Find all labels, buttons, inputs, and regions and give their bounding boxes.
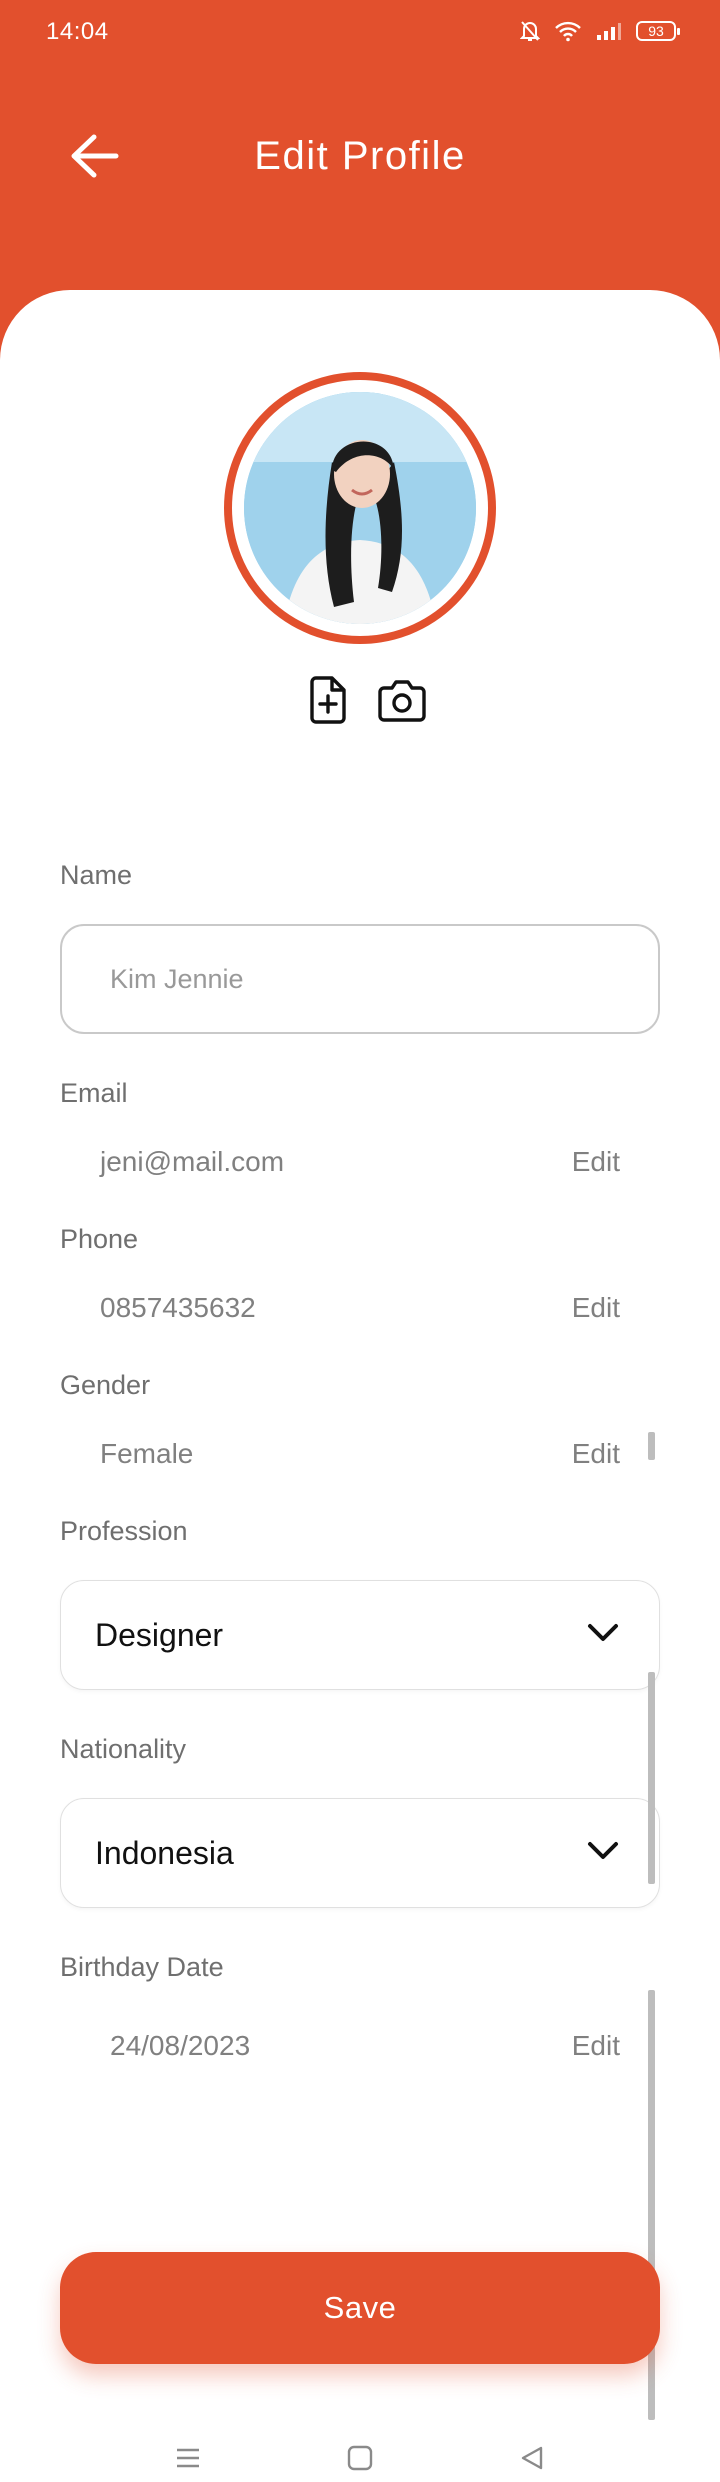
bell-off-icon xyxy=(520,20,540,42)
birthday-label: Birthday Date xyxy=(60,1952,224,1982)
chevron-down-icon xyxy=(587,1623,619,1648)
page-title: Edit Profile xyxy=(254,134,466,178)
battery-icon: 93 xyxy=(636,21,680,41)
birthday-row: 24/08/2023 Edit xyxy=(60,2016,660,2076)
nationality-label: Nationality xyxy=(60,1734,187,1764)
gender-row: Female Edit xyxy=(60,1424,660,1484)
nationality-select[interactable]: Indonesia xyxy=(60,1798,660,1908)
phone-edit-button[interactable]: Edit xyxy=(572,1292,620,1324)
avatar xyxy=(244,392,476,624)
profession-selected: Designer xyxy=(95,1616,224,1653)
birthday-value: 24/08/2023 xyxy=(110,2030,251,2061)
file-plus-icon xyxy=(308,675,348,729)
nationality-selected: Indonesia xyxy=(95,1834,234,1871)
status-bar: 14:04 93 xyxy=(0,0,720,62)
back-nav-button[interactable] xyxy=(502,2438,562,2482)
upload-file-button[interactable] xyxy=(300,674,356,730)
email-value: jeni@mail.com xyxy=(100,1146,285,1177)
name-label: Name xyxy=(60,860,133,890)
battery-level: 93 xyxy=(648,23,664,39)
status-time: 14:04 xyxy=(46,18,109,45)
wifi-icon xyxy=(554,20,582,42)
email-row: jeni@mail.com Edit xyxy=(60,1132,660,1192)
profession-select[interactable]: Designer xyxy=(60,1580,660,1690)
status-icons: 93 xyxy=(520,16,680,46)
signal-icon xyxy=(596,21,622,41)
back-triangle-icon xyxy=(519,2445,545,2476)
scrollbar-track[interactable] xyxy=(648,1672,655,1884)
scrollbar-thumb[interactable] xyxy=(648,1432,655,1460)
camera-icon xyxy=(376,678,428,727)
home-button[interactable] xyxy=(330,2438,390,2482)
name-input[interactable]: Kim Jennie xyxy=(60,924,660,1034)
gender-edit-button[interactable]: Edit xyxy=(572,1438,620,1470)
system-nav-bar xyxy=(0,2438,720,2482)
email-edit-button[interactable]: Edit xyxy=(572,1146,620,1178)
save-button[interactable]: Save xyxy=(60,2252,660,2364)
menu-button[interactable] xyxy=(158,2438,218,2482)
chevron-down-icon xyxy=(587,1841,619,1866)
phone-row: 0857435632 Edit xyxy=(60,1278,660,1338)
profession-label: Profession xyxy=(60,1516,188,1546)
menu-icon xyxy=(175,2447,201,2474)
home-icon xyxy=(347,2445,373,2476)
gender-label: Gender xyxy=(60,1370,151,1400)
scrollbar-track[interactable] xyxy=(648,1990,655,2420)
avatar-actions xyxy=(300,670,430,734)
birthday-edit-button[interactable]: Edit xyxy=(572,2030,620,2062)
name-placeholder: Kim Jennie xyxy=(110,963,244,994)
gender-value: Female xyxy=(100,1438,194,1469)
profile-avatar-ring[interactable] xyxy=(224,372,496,644)
phone-value: 0857435632 xyxy=(100,1292,256,1323)
camera-button[interactable] xyxy=(374,674,430,730)
phone-label: Phone xyxy=(60,1224,139,1254)
email-label: Email xyxy=(60,1078,128,1108)
